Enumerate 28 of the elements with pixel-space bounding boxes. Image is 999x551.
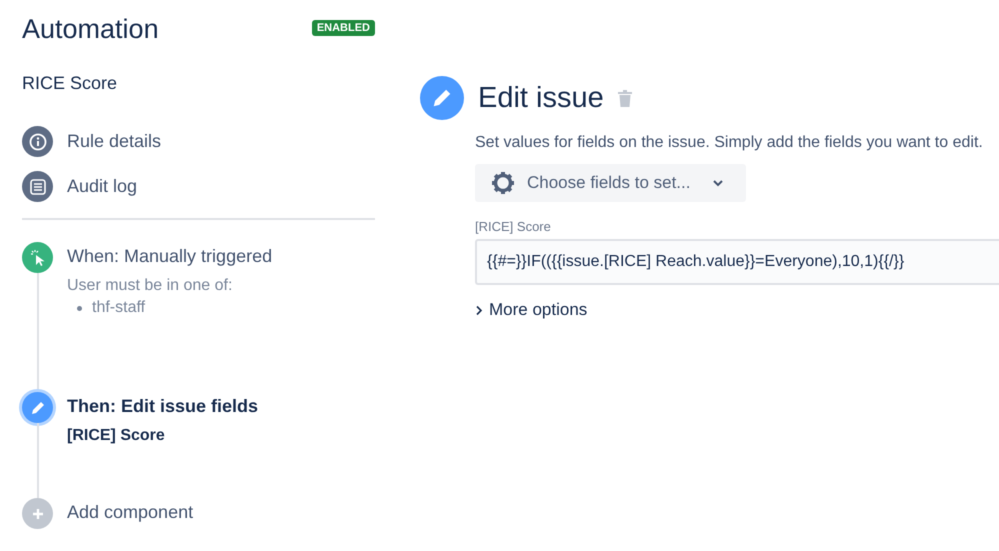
rule-name: RICE Score <box>22 73 118 94</box>
chevron-right-icon <box>475 304 483 316</box>
step-title[interactable]: Add component <box>67 502 194 523</box>
bullet-icon <box>77 306 82 310</box>
field-label: [RICE] Score <box>475 219 552 234</box>
plus-icon[interactable] <box>22 498 53 529</box>
panel-title: Edit issue <box>478 82 604 114</box>
group-item: thf-staff <box>92 299 146 317</box>
status-lozenge: ENABLED <box>312 20 375 36</box>
app-title: Automation <box>22 14 159 45</box>
choose-fields-dropdown[interactable]: Choose fields to set... <box>475 164 746 202</box>
info-icon <box>28 132 46 150</box>
chevron-down-icon <box>712 179 724 187</box>
step-details: User must be in one of: <box>67 277 234 295</box>
step-title[interactable]: When: Manually triggered <box>67 246 272 267</box>
nav-link[interactable]: Rule details <box>22 126 375 157</box>
score-input[interactable]: {{#=}}IF(({{issue.[RICE] Reach.value}}=Everyone),10,1){{/}} <box>475 239 999 285</box>
settings-icon <box>491 171 515 195</box>
more-options-toggle[interactable]: More options <box>475 300 588 320</box>
nav-label[interactable]: Audit log <box>67 176 138 197</box>
step-details: [RICE] Score <box>67 427 166 445</box>
trash-icon[interactable] <box>618 90 632 106</box>
nav-link[interactable]: Audit log <box>22 171 375 202</box>
nav-label[interactable]: Rule details <box>67 131 162 152</box>
list-icon <box>28 178 46 196</box>
pencil-icon <box>420 76 464 120</box>
panel-description: Set values for fields on the issue. Simply add the fields you want to edit. <box>475 134 984 152</box>
step-title[interactable]: Then: Edit issue fields <box>67 396 258 417</box>
